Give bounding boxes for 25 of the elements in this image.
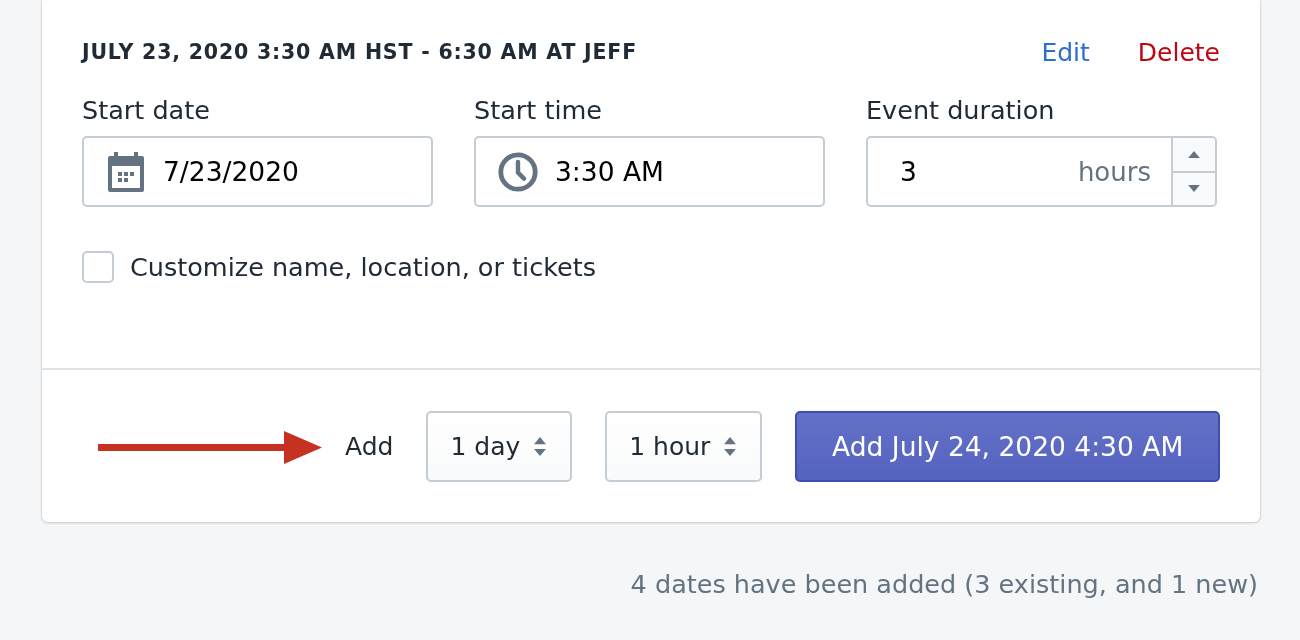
checkbox-label: Customize name, location, or tickets [130, 252, 596, 282]
edit-link[interactable]: Edit [1041, 37, 1090, 67]
add-label: Add [345, 432, 394, 461]
add-date-button[interactable]: Add July 24, 2020 4:30 AM [795, 411, 1220, 482]
select-caret-icon [534, 437, 547, 456]
calendar-icon [106, 151, 146, 192]
date-field[interactable]: 7/23/2020 [82, 136, 433, 207]
checkbox[interactable] [82, 251, 114, 283]
select-dropdown[interactable]: 1 hour [605, 411, 763, 482]
event-heading: JULY 23, 2020 3:30 AM HST - 6:30 AM AT JEFF [82, 40, 637, 64]
caret-down-icon [1188, 185, 1200, 193]
field-label: Event duration [866, 94, 1056, 127]
select-caret-icon [724, 437, 737, 456]
field-label: Start time [474, 94, 603, 127]
delete-link[interactable]: Delete [1137, 37, 1220, 67]
unit-suffix: hours [1077, 156, 1151, 187]
summary-text: 4 dates have been added (3 existing, and 1 new) [629, 569, 1258, 599]
clock-icon [498, 151, 538, 192]
increment-button[interactable] [1173, 138, 1215, 171]
decrement-button[interactable] [1173, 170, 1215, 205]
time-field[interactable]: 3:30 AM [474, 136, 825, 207]
select-dropdown[interactable]: 1 day [426, 411, 573, 482]
duration-field[interactable]: 3 hours [866, 136, 1217, 207]
caret-up-icon [1188, 150, 1200, 158]
field-label: Start date [82, 94, 211, 127]
